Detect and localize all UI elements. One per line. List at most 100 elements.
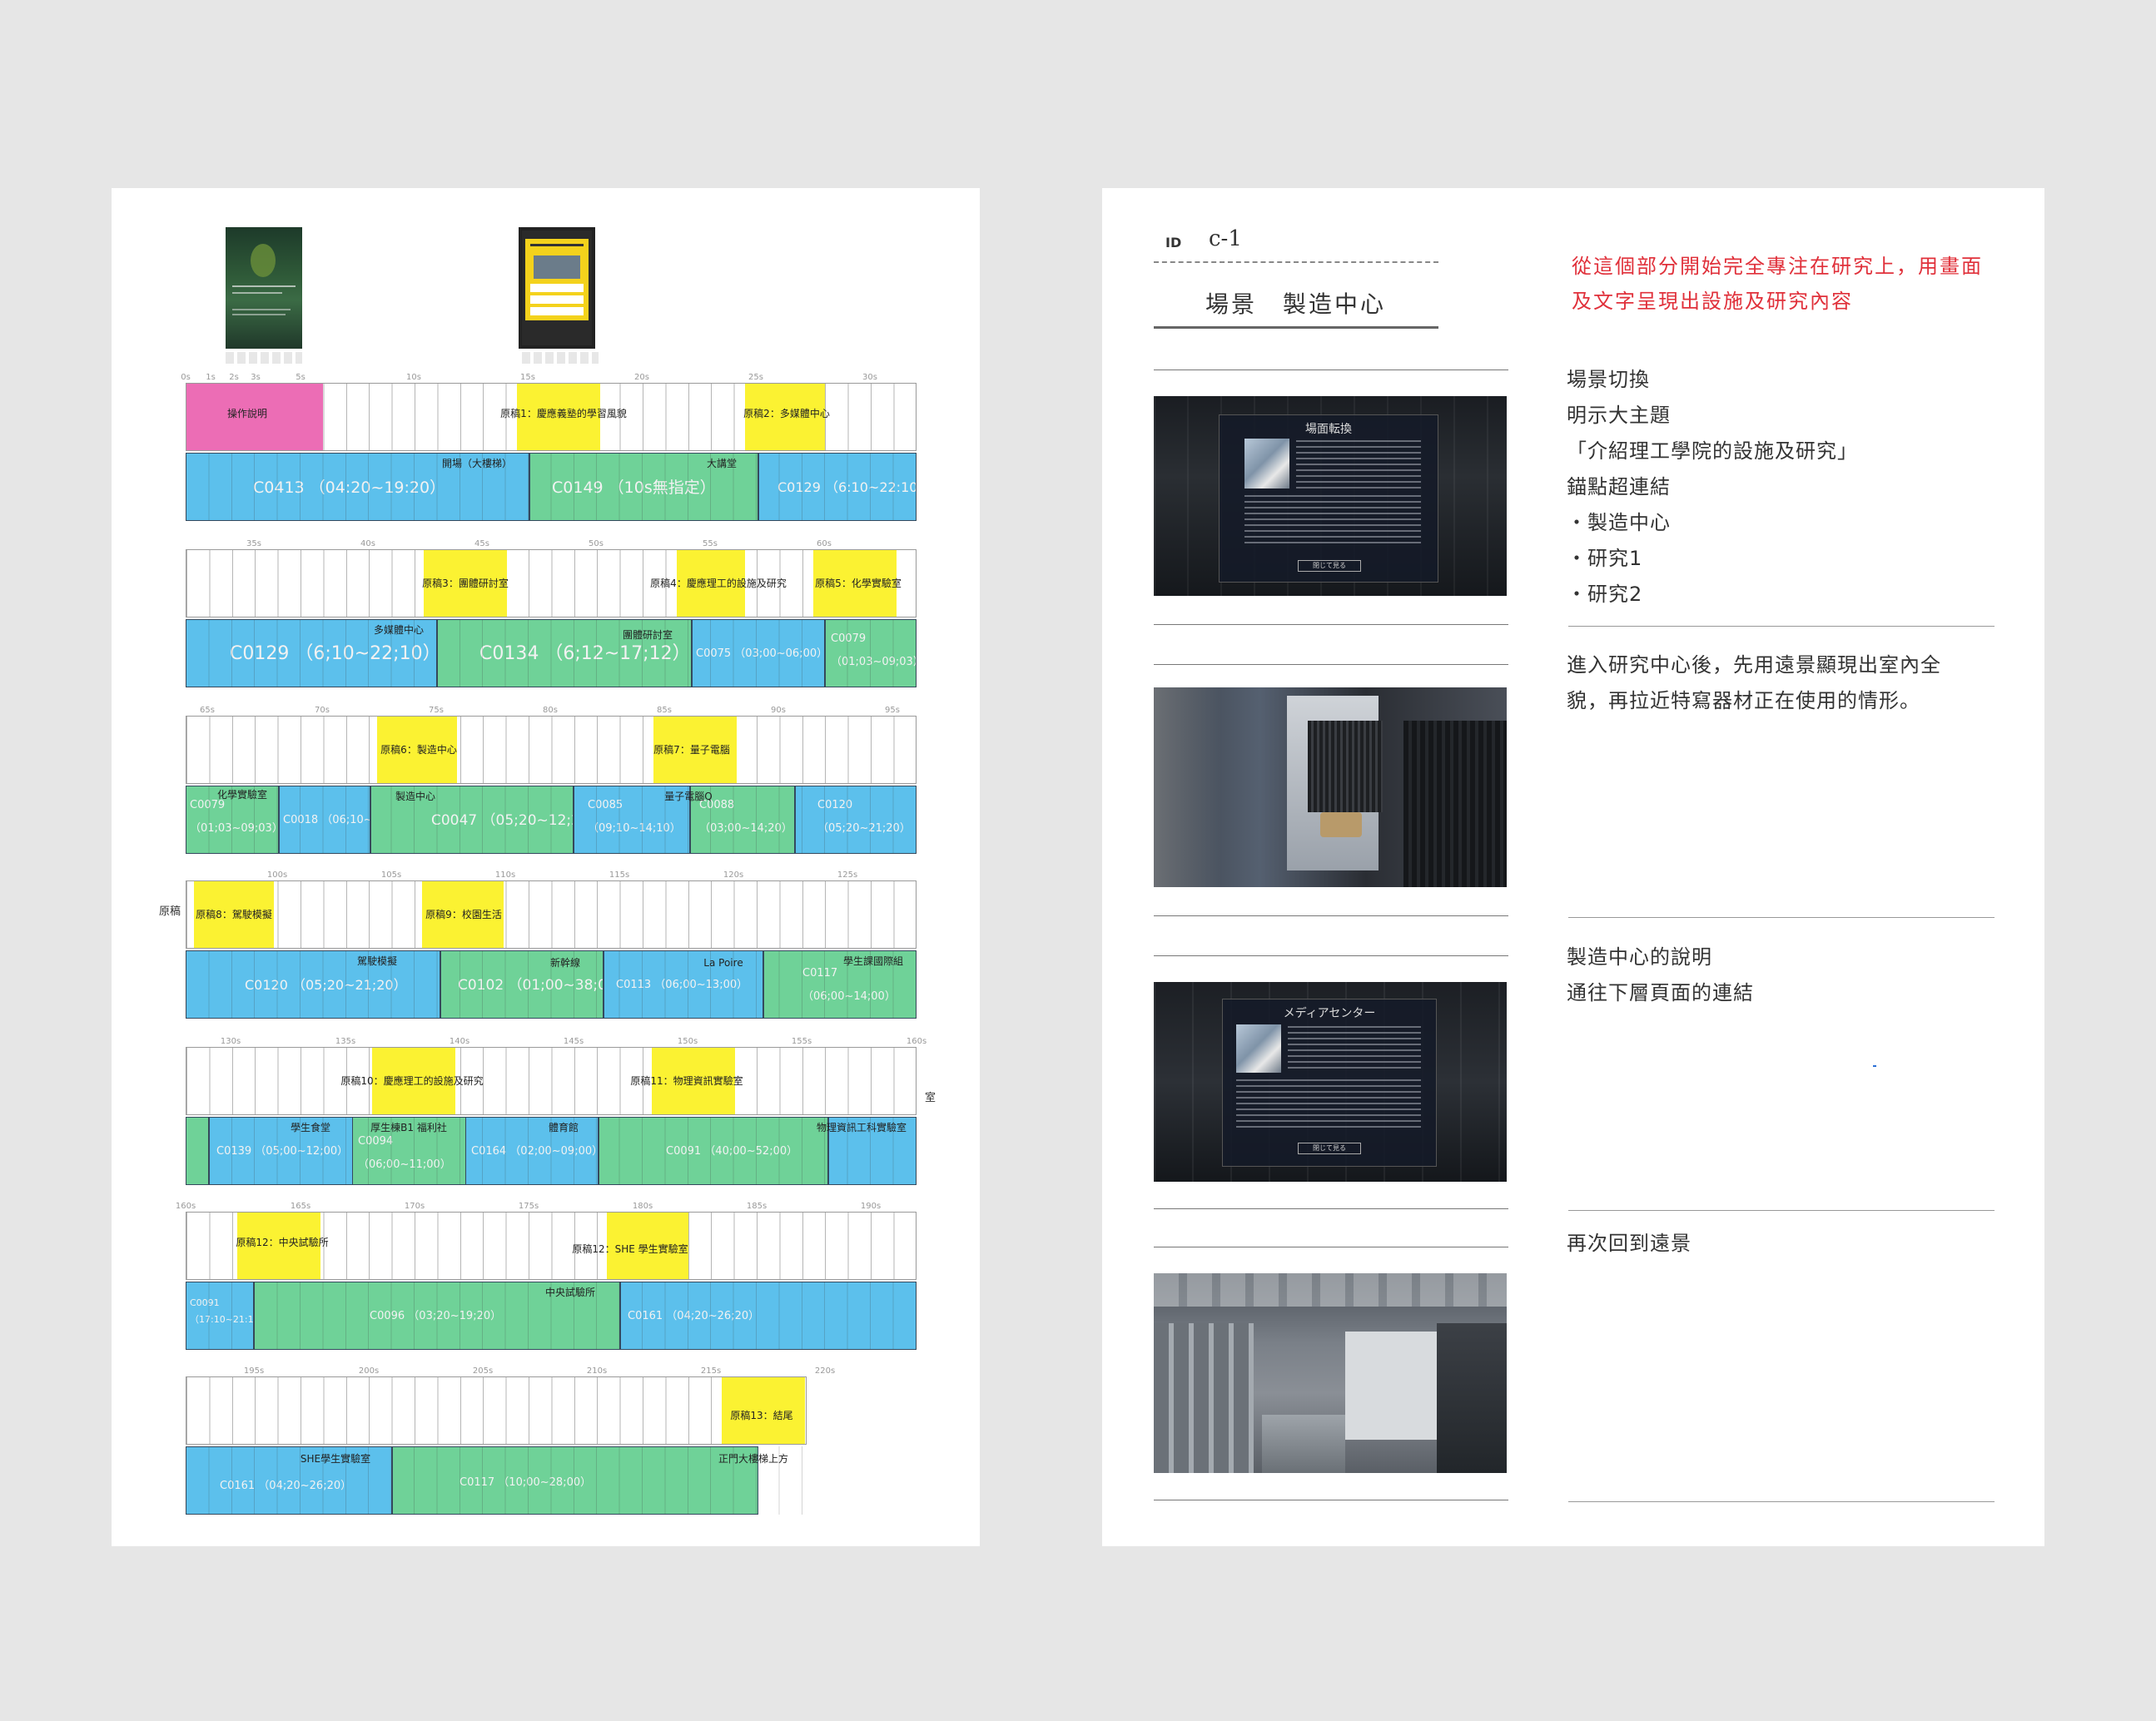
tick: 180s: [632, 1202, 653, 1211]
shot-1-note: 明示大主題: [1567, 404, 1671, 427]
dialog-close-button[interactable]: 閉じて見る: [1298, 1143, 1361, 1154]
marker-label: 原稿3：團體研討室: [422, 578, 509, 589]
timeline-row-1: 0s 1s 2s 3s 5s 10s 15s 20s 25s 30s 操作說明 …: [181, 373, 917, 549]
timeline-row-4: 原稿 100s 105s 110s 115s 120s 125s 原稿8：駕駛模…: [159, 870, 917, 1047]
clip-time: C0102 （01;00~38;00）: [458, 977, 603, 994]
clip-label: 學生食堂: [290, 1122, 331, 1133]
tick: 105s: [380, 870, 402, 880]
tick: 0s: [181, 373, 191, 382]
clip-block: C0161 （04;20~26;20）: [620, 1282, 917, 1350]
shot-4-note: 再次回到遠景: [1567, 1232, 1692, 1255]
marker-label: 原稿8：駕駛模擬: [196, 909, 272, 920]
tick: 85s: [657, 706, 672, 715]
clip-label: La Poire: [703, 957, 743, 969]
timeline-row-2: 35s 40s 45s 50s 55s 60s 原稿3：團體研討室 原稿4：慶應…: [186, 539, 917, 716]
clip-label: 團體研討室: [622, 629, 673, 641]
tick: 65s: [200, 706, 215, 715]
clip-time: C0075 （03;00~06;00）: [696, 647, 825, 660]
tick: 220s: [814, 1366, 836, 1376]
dialog-title: メディアセンター: [1283, 1007, 1376, 1020]
phone-preview-1: [226, 227, 302, 364]
tick: 205s: [472, 1366, 494, 1376]
tick: 90s: [771, 706, 786, 715]
tick: 10s: [406, 373, 421, 382]
clip-label: 量子電腦Q: [664, 791, 713, 802]
tick: 95s: [885, 706, 900, 715]
clip-time: C0149 （10s無指定）: [552, 479, 716, 497]
clip-time: C0047 （05;20~12;20）: [431, 812, 573, 829]
scene-switch-dialog: 場面転換 閉じて見る: [1219, 414, 1438, 583]
timeline-row-3: 65s 70s 75s 80s 85s 90s 95s 原稿6：製造中心 原稿7…: [186, 706, 917, 882]
clip-time: C0018 （06;10~12;10）: [283, 814, 370, 826]
tick: 100s: [266, 870, 288, 880]
tick: 1s: [206, 373, 216, 382]
clip-label: 製造中心: [395, 791, 436, 802]
shot-4-image: [1154, 1273, 1507, 1473]
shot-1-image: 場面転換 閉じて見る: [1154, 396, 1507, 596]
tick: 35s: [246, 539, 261, 548]
tick: 55s: [703, 539, 718, 548]
tick: 50s: [589, 539, 604, 548]
shot-3-note: 通往下層頁面的連結: [1567, 981, 1754, 1004]
timeline-row-5: 室 130s 135s 140s 145s 150s 155s 160s 原稿1…: [186, 1037, 936, 1213]
clip-time: C0134 （6;12~17;12）: [479, 643, 691, 664]
tick: 80s: [543, 706, 558, 715]
shot-1-note: 「介紹理工學院的設施及研究」: [1567, 439, 1858, 463]
tick: 3s: [251, 373, 261, 382]
tick: 20s: [634, 373, 649, 382]
tick: 15s: [520, 373, 535, 382]
tick: 165s: [290, 1202, 311, 1211]
media-center-dialog: メディアセンター 閉じて見る: [1222, 999, 1437, 1167]
tick: 200s: [358, 1366, 380, 1376]
marker-label: 原稿1：慶應義塾的學習風貌: [500, 408, 627, 419]
clip-sub: （09;10~14;10）: [588, 822, 681, 835]
clip-block: C0139 （05;00~12;00）: [209, 1117, 369, 1185]
clip-label: 厚生棟B1 福利社: [370, 1122, 447, 1133]
tick: 120s: [723, 870, 744, 880]
clip-sub: （01;03~09;03）: [190, 822, 279, 835]
clip-time: C0129 （6;10~22;10）: [230, 643, 437, 664]
clip-label: 多媒體中心: [373, 624, 425, 636]
phone-preview-2: [519, 227, 599, 364]
marker-label: 原稿10：慶應理工的設施及研究: [340, 1075, 484, 1087]
clip-sub: （03;00~14;20）: [699, 822, 792, 835]
clip-time: C0120: [817, 799, 853, 811]
clip-time: C0091 （40;00~52;00）: [666, 1145, 798, 1158]
marker-label: 原稿4：慶應理工的設施及研究: [650, 578, 787, 589]
tick: 2s: [229, 373, 239, 382]
id-value: c-1: [1209, 226, 1242, 251]
clip-label: 中央試驗所: [544, 1287, 596, 1298]
clip-time: C0091: [190, 1297, 220, 1308]
timeline-row-6: 160s 165s 170s 175s 180s 185s 190s 原稿12：…: [176, 1202, 917, 1378]
clip-time: C0094: [358, 1135, 394, 1148]
clip-sub: （05;20~21;20）: [817, 822, 911, 835]
clip-block: C0079 （01;03~09;03）: [825, 619, 917, 687]
row-side-label: 原稿: [159, 905, 181, 918]
scene-title: 場景 製造中心: [1205, 290, 1387, 318]
shot-2-note: 貌，再拉近特寫器材正在使用的情形。: [1567, 689, 1920, 712]
tick: 140s: [449, 1037, 470, 1046]
shot-2-note: 進入研究中心後，先用遠景顯現出室內全: [1567, 653, 1941, 677]
tick: 75s: [429, 706, 444, 715]
tick: 215s: [700, 1366, 722, 1376]
clip-label: SHE學生實驗室: [300, 1453, 371, 1465]
clip-sub: （01;03~09;03）: [831, 656, 917, 668]
tick: 125s: [837, 870, 858, 880]
clip-time: C0117 （10;00~28;00）: [460, 1476, 592, 1489]
tick: 45s: [474, 539, 489, 548]
clip-time: C0117: [802, 967, 838, 980]
shot-1-note: 場景切換: [1567, 368, 1650, 391]
red-note-line-1: 從這個部分開始完全專注在研究上，用畫面: [1572, 255, 1983, 278]
clip-time: C0113 （06;00~13;00）: [616, 979, 748, 991]
dialog-close-button[interactable]: 閉じて見る: [1298, 560, 1361, 572]
marker-label: 原稿13：結尾: [730, 1410, 793, 1421]
marker-label: 操作說明: [226, 408, 268, 419]
clip-block: C0075 （03;00~06;00）: [692, 619, 825, 687]
shot-1-note: 錨點超連結: [1567, 475, 1671, 498]
clip-label: 開場（大樓梯）: [441, 458, 513, 469]
tick: 5s: [296, 373, 306, 382]
tick: 25s: [748, 373, 763, 382]
tick: 130s: [220, 1037, 241, 1046]
tick: 70s: [315, 706, 330, 715]
clip-sub: （06;00~14;00）: [802, 990, 896, 1003]
